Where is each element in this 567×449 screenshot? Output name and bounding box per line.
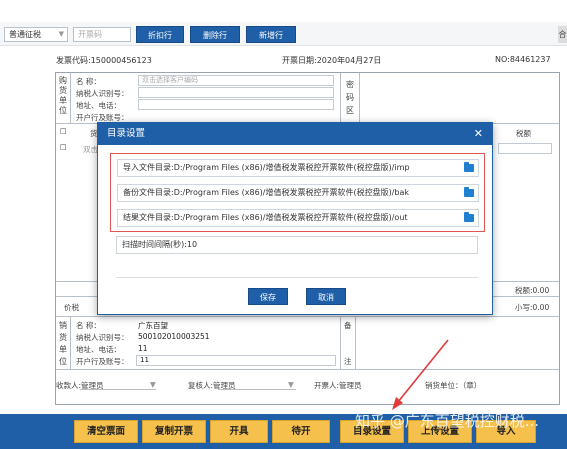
backup-directory-field[interactable]: 备份文件目录:D:/Program Files (x86)/增值税发票税控开票软…: [117, 184, 479, 202]
import-directory-text: 导入文件目录:D:/Program Files (x86)/增值税发票税控开票软…: [123, 163, 410, 172]
backup-directory-text: 备份文件目录:D:/Program Files (x86)/增值税发票税控开票软…: [123, 188, 410, 197]
cancel-button[interactable]: 取消: [306, 288, 346, 305]
dialog-title: 目录设置: [107, 128, 146, 139]
result-directory-text: 结果文件目录:D:/Program Files (x86)/增值税发票税控开票软…: [123, 213, 408, 222]
folder-icon[interactable]: [464, 162, 474, 172]
watermark-text: 知乎 @广东百望税控财税...: [355, 412, 540, 430]
directory-settings-dialog: 目录设置 ✕ 导入文件目录:D:/Program Files (x86)/增值税…: [97, 122, 493, 315]
folder-icon[interactable]: [464, 187, 474, 197]
close-icon[interactable]: ✕: [474, 123, 483, 145]
dialog-title-bar: 目录设置 ✕: [98, 123, 492, 145]
save-button[interactable]: 保存: [248, 288, 288, 305]
import-directory-field[interactable]: 导入文件目录:D:/Program Files (x86)/增值税发票税控开票软…: [117, 159, 479, 177]
folder-icon[interactable]: [464, 212, 474, 222]
scan-interval-field[interactable]: 扫描时间间隔(秒):10: [116, 236, 478, 254]
dialog-divider: [116, 277, 478, 278]
directory-highlight-box: 导入文件目录:D:/Program Files (x86)/增值税发票税控开票软…: [110, 153, 485, 232]
result-directory-field[interactable]: 结果文件目录:D:/Program Files (x86)/增值税发票税控开票软…: [117, 209, 479, 227]
